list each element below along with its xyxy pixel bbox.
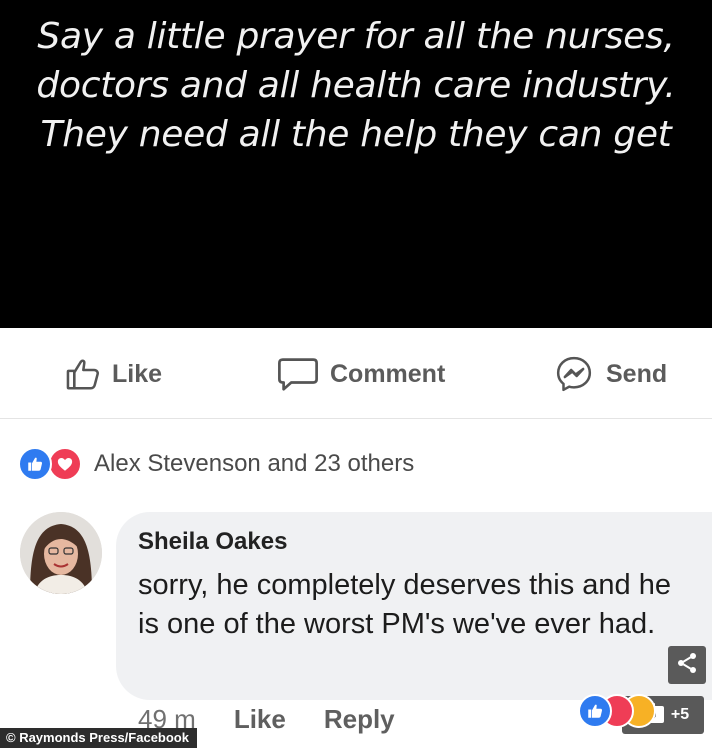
- avatar[interactable]: [20, 512, 102, 594]
- send-button[interactable]: Send: [552, 354, 667, 394]
- like-reaction-icon: [18, 447, 52, 481]
- comment-text: sorry, he completely deserves this and h…: [138, 569, 672, 640]
- share-button[interactable]: [668, 646, 706, 684]
- post-image[interactable]: Say a little prayer for all the nurses, …: [0, 0, 712, 328]
- post-image-text: Say a little prayer for all the nurses, …: [36, 16, 676, 155]
- comment-like-button[interactable]: Like: [234, 704, 286, 735]
- photo-credit: © Raymonds Press/Facebook: [0, 728, 197, 748]
- comment-reactions[interactable]: [578, 694, 656, 728]
- comment-author[interactable]: Sheila Oakes: [138, 528, 287, 556]
- post-action-bar: Like Comment Send: [0, 330, 712, 419]
- like-button[interactable]: Like: [64, 354, 162, 394]
- messenger-icon: [552, 354, 596, 394]
- photo-count-label: +5: [670, 706, 690, 723]
- like-reaction-icon: [578, 694, 612, 728]
- thumbs-up-icon: [64, 355, 102, 393]
- reaction-icons: [18, 447, 84, 481]
- share-icon: [675, 651, 699, 680]
- send-button-label: Send: [606, 359, 668, 388]
- comment-button[interactable]: Comment: [276, 354, 445, 394]
- comment-button-label: Comment: [330, 359, 446, 388]
- reactions-summary[interactable]: Alex Stevenson and 23 others: [18, 446, 414, 482]
- love-reaction-icon: [48, 447, 82, 481]
- reactions-summary-text: Alex Stevenson and 23 others: [94, 450, 415, 477]
- comment-bubble[interactable]: Sheila Oakes sorry, he completely deserv…: [116, 512, 712, 700]
- comment-reply-button[interactable]: Reply: [324, 704, 395, 735]
- speech-bubble-icon: [276, 355, 320, 393]
- like-button-label: Like: [112, 359, 163, 388]
